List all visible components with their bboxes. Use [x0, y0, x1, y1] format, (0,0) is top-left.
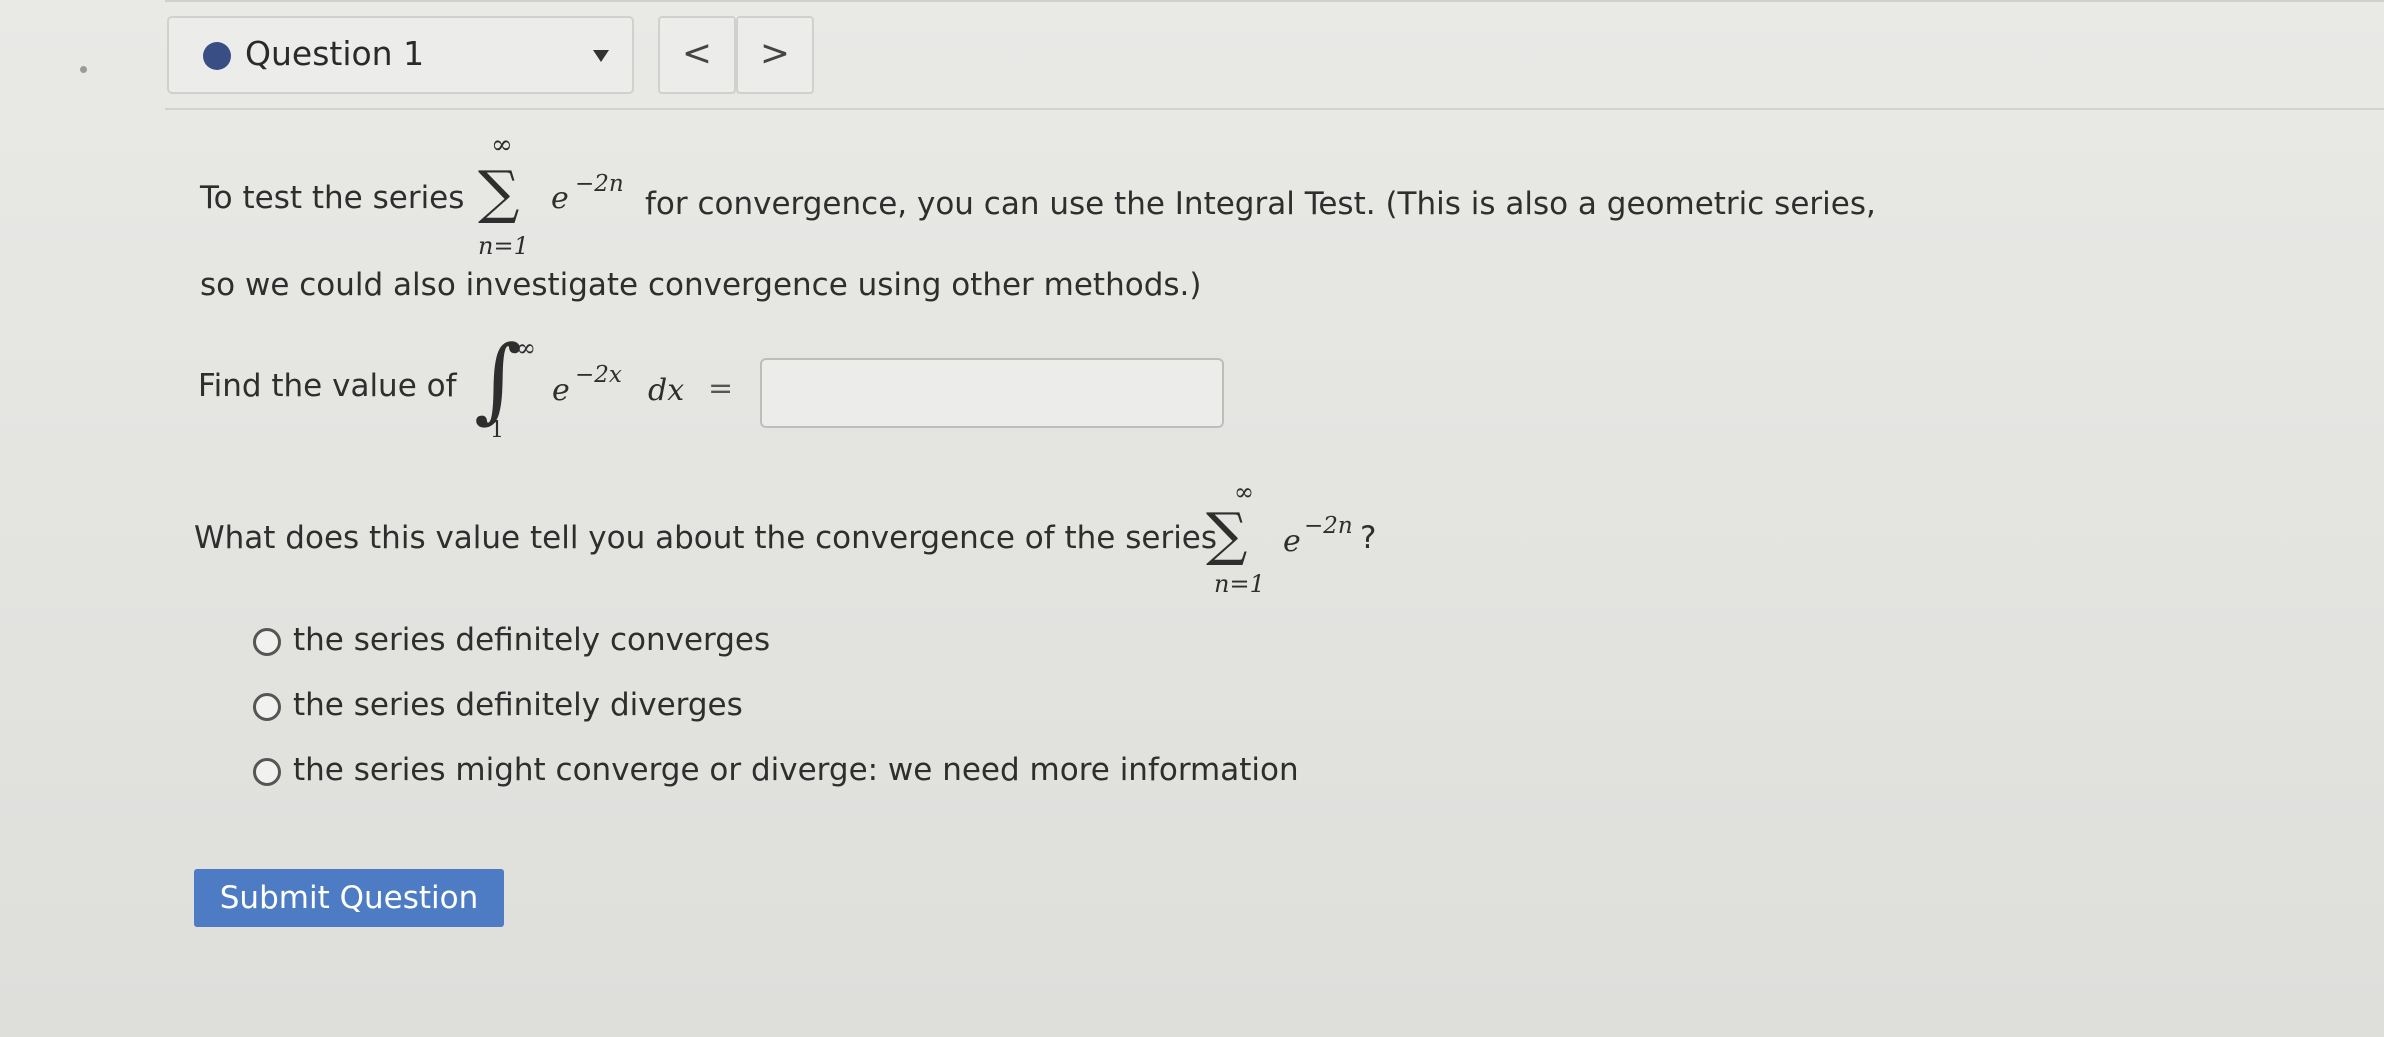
question-selector[interactable]: Question 1 [167, 16, 634, 94]
radio-button[interactable] [253, 628, 281, 656]
option-label[interactable]: the series definitely converges [293, 622, 770, 658]
followup-question-text: What does this value tell you about the … [194, 520, 1218, 556]
previous-question-button[interactable]: < [658, 16, 736, 94]
next-question-button[interactable]: > [736, 16, 814, 94]
equals-sign: = [708, 371, 734, 406]
header-divider [165, 108, 2384, 110]
question-selector-label: Question 1 [245, 34, 425, 73]
integral-answer-input[interactable] [760, 358, 1224, 428]
integral-sign-icon: ∫ [474, 326, 522, 433]
followup-sum-lower-limit: n=1 [1214, 570, 1265, 598]
series-term-base: e [551, 181, 569, 216]
find-value-label: Find the value of [198, 368, 457, 404]
option-label[interactable]: the series might converge or diverge: we… [293, 752, 1299, 788]
integral-lower-limit: 1 [490, 418, 504, 443]
intro-text-line2: so we could also investigate convergence… [200, 267, 1202, 303]
radio-button[interactable] [253, 693, 281, 721]
followup-term-base: e [1283, 524, 1301, 559]
intro-text-before: To test the series [200, 180, 465, 216]
integrand-base: e [552, 373, 570, 408]
integral-upper-limit: ∞ [516, 334, 536, 362]
option-label[interactable]: the series definitely diverges [293, 687, 743, 723]
series-term-exponent: −2n [575, 171, 624, 197]
followup-summation-icon: ∑ [1206, 500, 1248, 568]
decorative-dot [80, 66, 87, 73]
followup-question-mark: ? [1360, 520, 1377, 556]
sum-upper-limit: ∞ [491, 130, 513, 160]
followup-term-exponent: −2n [1304, 513, 1353, 539]
top-divider [165, 0, 2384, 2]
chevron-down-icon [593, 50, 609, 62]
summation-icon: ∑ [478, 158, 520, 226]
integrand-exponent: −2x [575, 362, 622, 388]
radio-button[interactable] [253, 758, 281, 786]
integrand-differential: dx [648, 373, 685, 408]
submit-question-button[interactable]: Submit Question [194, 869, 504, 927]
sum-lower-limit: n=1 [478, 232, 529, 260]
question-status-dot-icon [203, 42, 231, 70]
intro-text-after: for convergence, you can use the Integra… [645, 186, 1876, 222]
